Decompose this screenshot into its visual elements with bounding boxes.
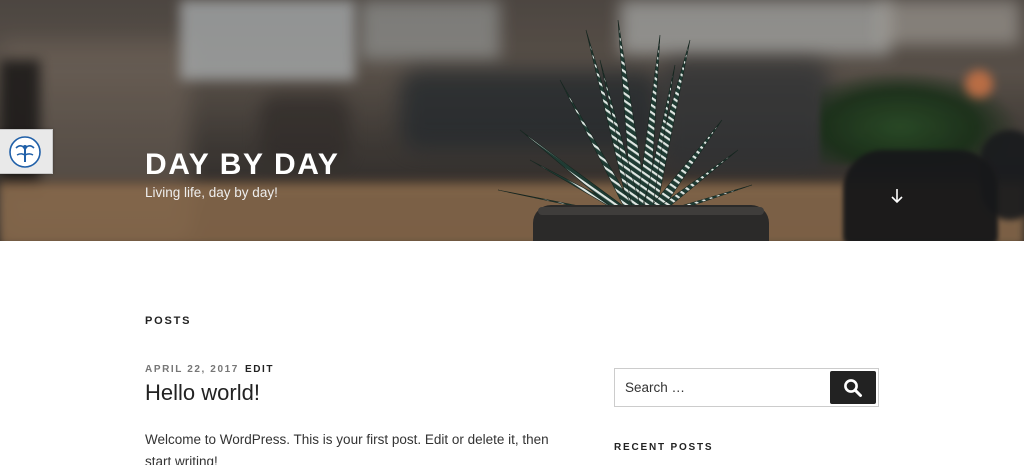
side-widget-toggle[interactable] <box>0 129 53 174</box>
sidebar: RECENT POSTS <box>614 368 879 453</box>
post-title-link[interactable]: Hello world! <box>145 380 575 406</box>
post-article: APRIL 22, 2017 EDIT Hello world! Welcome … <box>145 364 575 465</box>
background-light <box>965 70 993 98</box>
site-branding: DAY BY DAY Living life, day by day! <box>145 148 339 200</box>
background-window <box>880 0 1020 45</box>
search-form <box>614 368 879 407</box>
post-excerpt: Welcome to WordPress. This is your first… <box>145 432 549 465</box>
page-title: POSTS <box>145 315 192 327</box>
search-input[interactable] <box>615 369 830 406</box>
entry-meta: APRIL 22, 2017 EDIT <box>145 364 575 376</box>
recent-posts-title: RECENT POSTS <box>614 442 714 453</box>
site-description: Living life, day by day! <box>145 185 278 200</box>
scroll-down-button[interactable] <box>887 185 907 207</box>
site-header: DAY BY DAY Living life, day by day! <box>0 0 1024 241</box>
background-window <box>180 0 355 80</box>
succulent-plant-image <box>497 20 753 217</box>
background-window <box>360 0 500 60</box>
background-pot <box>843 150 998 241</box>
arrow-down-icon <box>891 189 903 204</box>
post-date-link[interactable]: APRIL 22, 2017 <box>145 364 239 375</box>
background-pot <box>980 130 1024 220</box>
background-plant-leaves <box>820 70 1020 165</box>
edit-post-link[interactable]: EDIT <box>245 364 274 375</box>
site-title-link[interactable]: DAY BY DAY <box>145 148 339 182</box>
dragonfly-logo-icon <box>9 136 41 168</box>
search-icon <box>844 379 862 397</box>
search-button[interactable] <box>830 371 876 404</box>
